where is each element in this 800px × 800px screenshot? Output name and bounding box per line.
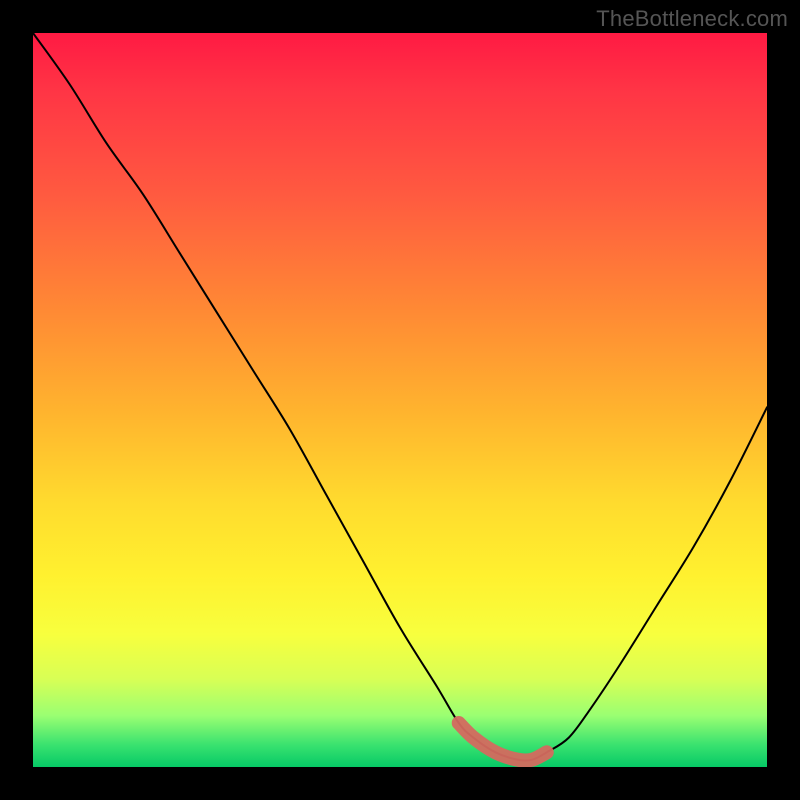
- chart-frame: TheBottleneck.com: [0, 0, 800, 800]
- curve-line: [33, 33, 767, 761]
- bottleneck-curve: [33, 33, 767, 767]
- watermark-text: TheBottleneck.com: [596, 6, 788, 32]
- plot-area: [33, 33, 767, 767]
- highlight-segment: [459, 723, 547, 761]
